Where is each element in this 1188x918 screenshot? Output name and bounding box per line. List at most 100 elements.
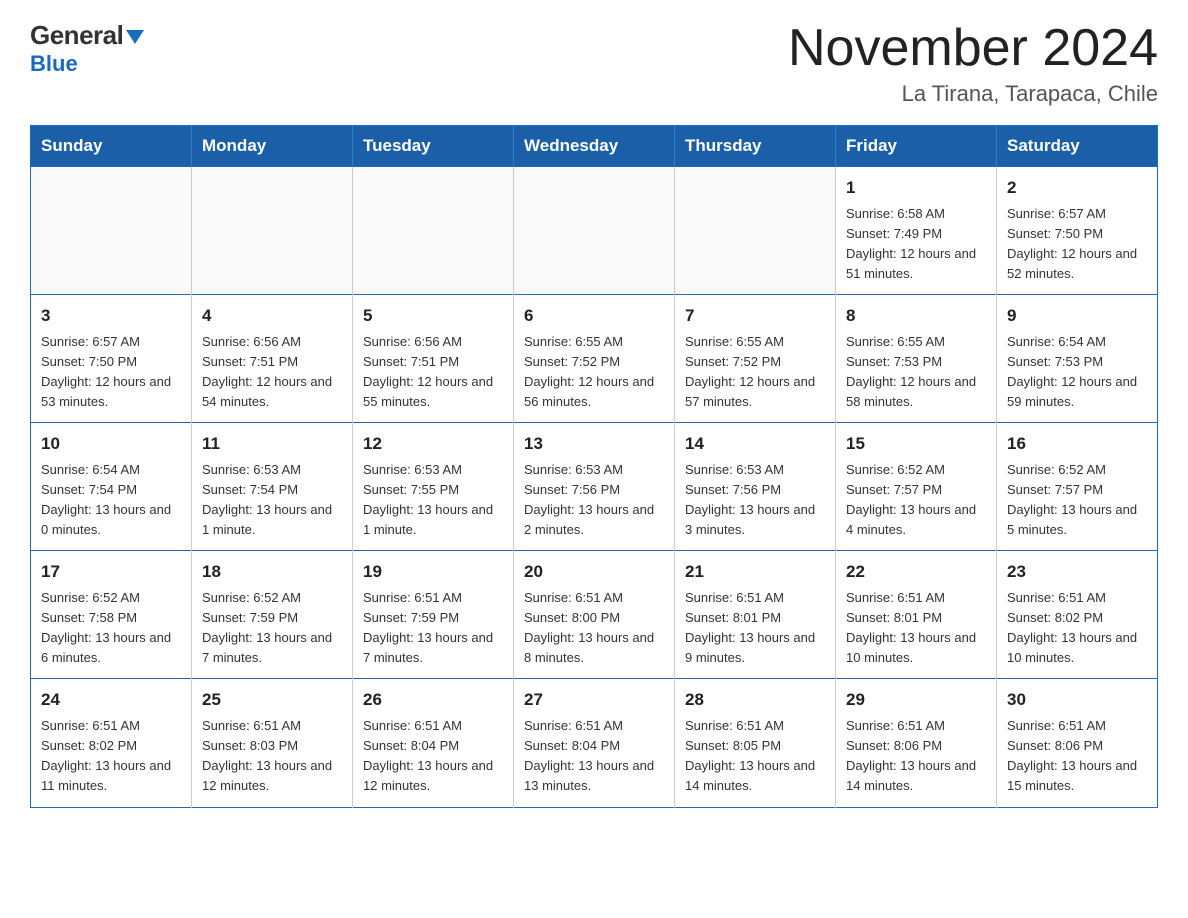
day-info: Sunrise: 6:54 AMSunset: 7:54 PMDaylight:… bbox=[41, 460, 181, 541]
calendar-cell: 4Sunrise: 6:56 AMSunset: 7:51 PMDaylight… bbox=[192, 295, 353, 423]
day-number: 16 bbox=[1007, 431, 1147, 457]
day-number: 2 bbox=[1007, 175, 1147, 201]
day-number: 30 bbox=[1007, 687, 1147, 713]
calendar-cell: 3 Sunrise: 6:57 AMSunset: 7:50 PMDaylight… bbox=[31, 295, 192, 423]
calendar-header-row: SundayMondayTuesdayWednesdayThursdayFrid… bbox=[31, 126, 1158, 167]
day-number: 19 bbox=[363, 559, 503, 585]
day-number: 24 bbox=[41, 687, 181, 713]
weekday-header-thursday: Thursday bbox=[675, 126, 836, 167]
day-info: Sunrise: 6:51 AMSunset: 8:00 PMDaylight:… bbox=[524, 588, 664, 669]
weekday-header-tuesday: Tuesday bbox=[353, 126, 514, 167]
day-info: Sunrise: 6:52 AMSunset: 7:57 PMDaylight:… bbox=[846, 460, 986, 541]
calendar-cell: 11 Sunrise: 6:53 AMSunset: 7:54 PMDayligh… bbox=[192, 423, 353, 551]
day-info: Sunrise: 6:51 AMSunset: 8:05 PMDaylight:… bbox=[685, 716, 825, 797]
day-info: Sunrise: 6:51 AMSunset: 8:01 PMDaylight:… bbox=[685, 588, 825, 669]
day-info: Sunrise: 6:53 AMSunset: 7:56 PMDaylight:… bbox=[524, 460, 664, 541]
day-number: 11 bbox=[202, 431, 342, 457]
day-number: 5 bbox=[363, 303, 503, 329]
calendar-row-0: 1 Sunrise: 6:58 AMSunset: 7:49 PMDaylight… bbox=[31, 167, 1158, 295]
calendar-cell: 9Sunrise: 6:54 AMSunset: 7:53 PMDaylight… bbox=[997, 295, 1158, 423]
calendar-cell: 27 Sunrise: 6:51 AMSunset: 8:04 PMDayligh… bbox=[514, 679, 675, 807]
calendar-cell: 17 Sunrise: 6:52 AMSunset: 7:58 PMDayligh… bbox=[31, 551, 192, 679]
calendar-cell: 18 Sunrise: 6:52 AMSunset: 7:59 PMDayligh… bbox=[192, 551, 353, 679]
day-number: 28 bbox=[685, 687, 825, 713]
day-info: Sunrise: 6:51 AMSunset: 8:04 PMDaylight:… bbox=[363, 716, 503, 797]
calendar-cell: 12Sunrise: 6:53 AMSunset: 7:55 PMDayligh… bbox=[353, 423, 514, 551]
day-info: Sunrise: 6:56 AMSunset: 7:51 PMDaylight:… bbox=[363, 332, 503, 413]
day-info: Sunrise: 6:55 AMSunset: 7:52 PMDaylight:… bbox=[685, 332, 825, 413]
weekday-header-monday: Monday bbox=[192, 126, 353, 167]
title-block: November 2024 La Tirana, Tarapaca, Chile bbox=[788, 20, 1158, 107]
calendar-table: SundayMondayTuesdayWednesdayThursdayFrid… bbox=[30, 125, 1158, 807]
calendar-row-2: 10 Sunrise: 6:54 AMSunset: 7:54 PMDayligh… bbox=[31, 423, 1158, 551]
calendar-cell: 1 Sunrise: 6:58 AMSunset: 7:49 PMDaylight… bbox=[836, 167, 997, 295]
day-info: Sunrise: 6:52 AMSunset: 7:57 PMDaylight:… bbox=[1007, 460, 1147, 541]
day-number: 27 bbox=[524, 687, 664, 713]
calendar-cell: 5 Sunrise: 6:56 AMSunset: 7:51 PMDaylight… bbox=[353, 295, 514, 423]
calendar-cell bbox=[31, 167, 192, 295]
calendar-cell bbox=[353, 167, 514, 295]
day-number: 25 bbox=[202, 687, 342, 713]
logo-triangle-icon bbox=[126, 30, 144, 44]
calendar-row-3: 17 Sunrise: 6:52 AMSunset: 7:58 PMDayligh… bbox=[31, 551, 1158, 679]
day-number: 26 bbox=[363, 687, 503, 713]
weekday-header-friday: Friday bbox=[836, 126, 997, 167]
calendar-cell: 26 Sunrise: 6:51 AMSunset: 8:04 PMDayligh… bbox=[353, 679, 514, 807]
day-info: Sunrise: 6:53 AMSunset: 7:56 PMDaylight:… bbox=[685, 460, 825, 541]
day-info: Sunrise: 6:57 AMSunset: 7:50 PMDaylight:… bbox=[41, 332, 181, 413]
day-info: Sunrise: 6:51 AMSunset: 8:06 PMDaylight:… bbox=[846, 716, 986, 797]
day-number: 22 bbox=[846, 559, 986, 585]
calendar-cell: 14 Sunrise: 6:53 AMSunset: 7:56 PMDayligh… bbox=[675, 423, 836, 551]
day-number: 20 bbox=[524, 559, 664, 585]
calendar-cell bbox=[514, 167, 675, 295]
calendar-cell: 2Sunrise: 6:57 AMSunset: 7:50 PMDaylight… bbox=[997, 167, 1158, 295]
day-info: Sunrise: 6:51 AMSunset: 8:03 PMDaylight:… bbox=[202, 716, 342, 797]
day-info: Sunrise: 6:52 AMSunset: 7:58 PMDaylight:… bbox=[41, 588, 181, 669]
day-info: Sunrise: 6:53 AMSunset: 7:55 PMDaylight:… bbox=[363, 460, 503, 541]
day-number: 13 bbox=[524, 431, 664, 457]
weekday-header-wednesday: Wednesday bbox=[514, 126, 675, 167]
day-info: Sunrise: 6:51 AMSunset: 8:06 PMDaylight:… bbox=[1007, 716, 1147, 797]
weekday-header-sunday: Sunday bbox=[31, 126, 192, 167]
page-header: General Blue November 2024 La Tirana, Ta… bbox=[30, 20, 1158, 107]
day-info: Sunrise: 6:58 AMSunset: 7:49 PMDaylight:… bbox=[846, 204, 986, 285]
day-info: Sunrise: 6:55 AMSunset: 7:53 PMDaylight:… bbox=[846, 332, 986, 413]
day-number: 14 bbox=[685, 431, 825, 457]
day-number: 18 bbox=[202, 559, 342, 585]
logo: General Blue bbox=[30, 20, 144, 77]
logo-word-general: General bbox=[30, 20, 123, 50]
calendar-cell: 6Sunrise: 6:55 AMSunset: 7:52 PMDaylight… bbox=[514, 295, 675, 423]
day-info: Sunrise: 6:51 AMSunset: 8:02 PMDaylight:… bbox=[1007, 588, 1147, 669]
calendar-row-1: 3 Sunrise: 6:57 AMSunset: 7:50 PMDaylight… bbox=[31, 295, 1158, 423]
logo-blue-text: Blue bbox=[30, 51, 78, 77]
day-info: Sunrise: 6:51 AMSunset: 8:02 PMDaylight:… bbox=[41, 716, 181, 797]
calendar-cell: 10 Sunrise: 6:54 AMSunset: 7:54 PMDayligh… bbox=[31, 423, 192, 551]
day-info: Sunrise: 6:56 AMSunset: 7:51 PMDaylight:… bbox=[202, 332, 342, 413]
logo-general-text: General bbox=[30, 20, 144, 51]
day-info: Sunrise: 6:55 AMSunset: 7:52 PMDaylight:… bbox=[524, 332, 664, 413]
day-number: 15 bbox=[846, 431, 986, 457]
calendar-cell: 13 Sunrise: 6:53 AMSunset: 7:56 PMDayligh… bbox=[514, 423, 675, 551]
day-number: 7 bbox=[685, 303, 825, 329]
day-number: 1 bbox=[846, 175, 986, 201]
calendar-cell: 16 Sunrise: 6:52 AMSunset: 7:57 PMDayligh… bbox=[997, 423, 1158, 551]
calendar-cell: 28 Sunrise: 6:51 AMSunset: 8:05 PMDayligh… bbox=[675, 679, 836, 807]
calendar-cell: 19 Sunrise: 6:51 AMSunset: 7:59 PMDayligh… bbox=[353, 551, 514, 679]
day-number: 10 bbox=[41, 431, 181, 457]
page-subtitle: La Tirana, Tarapaca, Chile bbox=[788, 81, 1158, 107]
calendar-row-4: 24 Sunrise: 6:51 AMSunset: 8:02 PMDayligh… bbox=[31, 679, 1158, 807]
day-info: Sunrise: 6:51 AMSunset: 7:59 PMDaylight:… bbox=[363, 588, 503, 669]
day-number: 8 bbox=[846, 303, 986, 329]
calendar-cell: 7 Sunrise: 6:55 AMSunset: 7:52 PMDaylight… bbox=[675, 295, 836, 423]
day-info: Sunrise: 6:52 AMSunset: 7:59 PMDaylight:… bbox=[202, 588, 342, 669]
weekday-header-saturday: Saturday bbox=[997, 126, 1158, 167]
calendar-cell: 30 Sunrise: 6:51 AMSunset: 8:06 PMDayligh… bbox=[997, 679, 1158, 807]
day-info: Sunrise: 6:54 AMSunset: 7:53 PMDaylight:… bbox=[1007, 332, 1147, 413]
day-number: 17 bbox=[41, 559, 181, 585]
day-number: 3 bbox=[41, 303, 181, 329]
calendar-cell: 24 Sunrise: 6:51 AMSunset: 8:02 PMDayligh… bbox=[31, 679, 192, 807]
day-info: Sunrise: 6:53 AMSunset: 7:54 PMDaylight:… bbox=[202, 460, 342, 541]
calendar-cell bbox=[675, 167, 836, 295]
calendar-cell: 21Sunrise: 6:51 AMSunset: 8:01 PMDayligh… bbox=[675, 551, 836, 679]
day-info: Sunrise: 6:51 AMSunset: 8:04 PMDaylight:… bbox=[524, 716, 664, 797]
